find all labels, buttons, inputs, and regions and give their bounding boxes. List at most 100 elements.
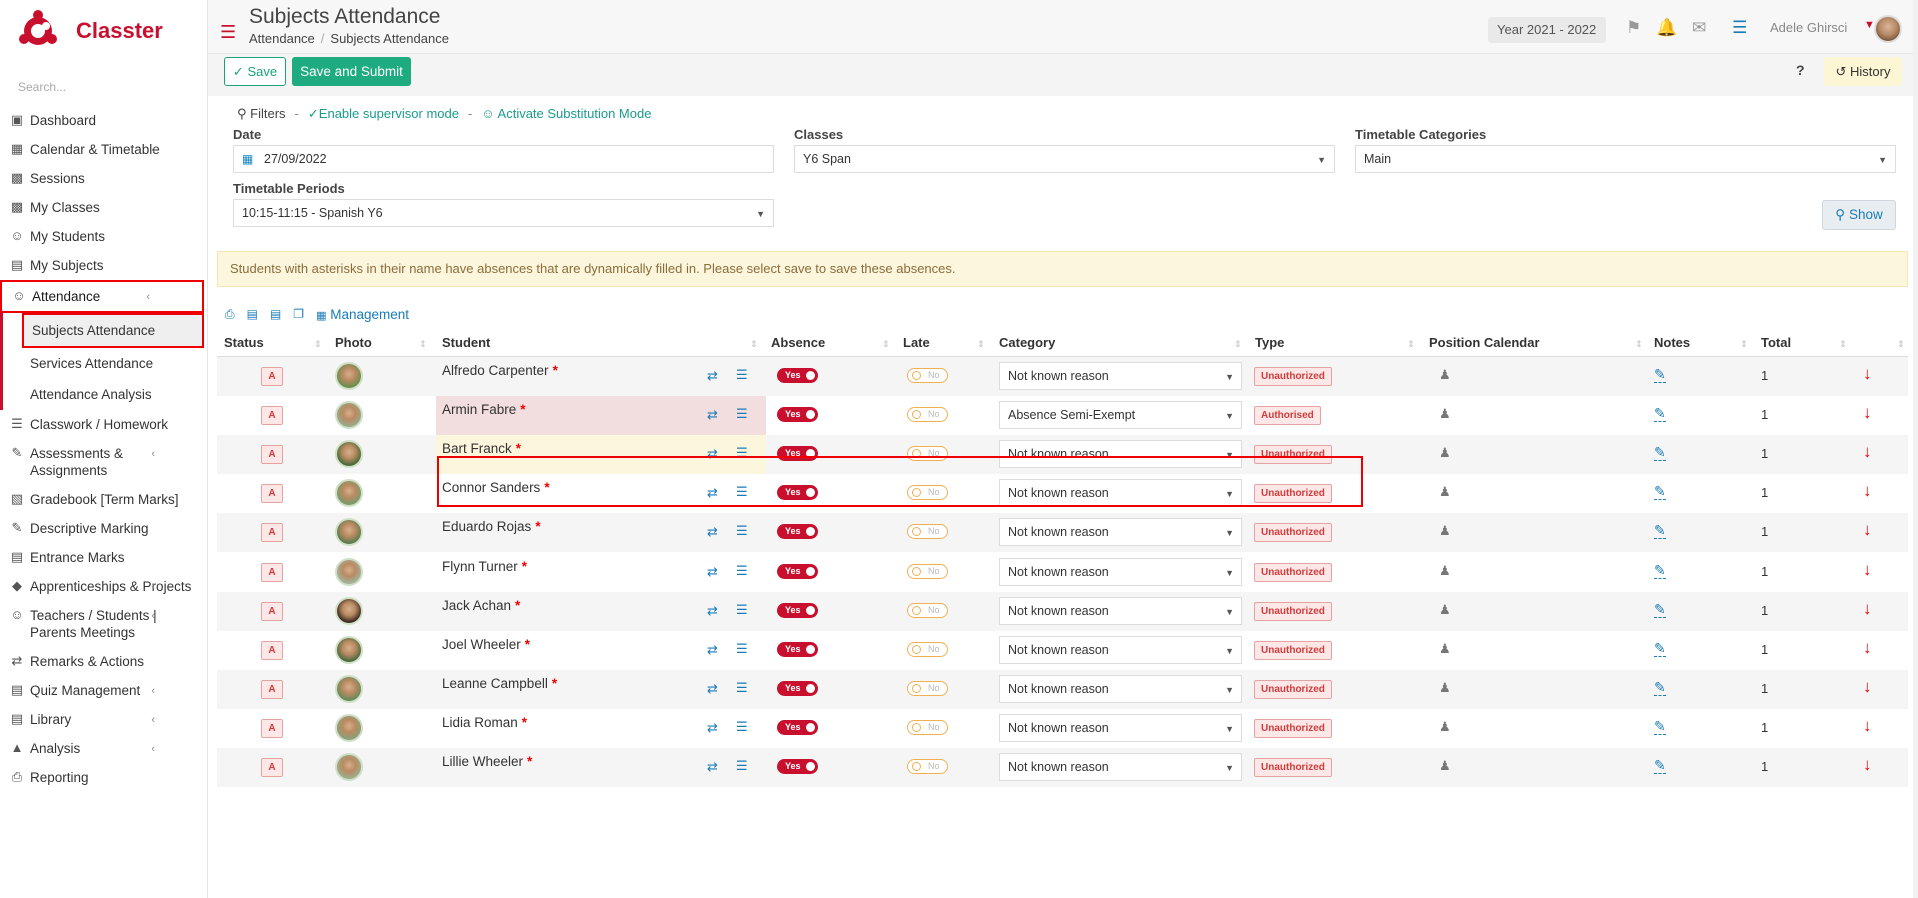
arrow-down-icon[interactable]: ↓ <box>1863 560 1872 580</box>
sidebar-item-sessions[interactable]: ▩ Sessions <box>0 164 207 193</box>
late-toggle[interactable]: No <box>907 368 948 383</box>
list-icon[interactable]: ☰ <box>736 367 748 383</box>
arrow-down-icon[interactable]: ↓ <box>1863 442 1872 462</box>
absence-toggle[interactable]: Yes <box>777 641 818 657</box>
position-calendar-icon[interactable]: ♟ <box>1439 523 1451 539</box>
sidebar-item-reporting[interactable]: ⎙ Reporting <box>0 763 207 792</box>
layers-icon[interactable]: ☰ <box>1732 18 1747 38</box>
shuffle-icon[interactable]: ⇄ <box>707 642 718 658</box>
shuffle-icon[interactable]: ⇄ <box>707 720 718 736</box>
sidebar-item-my-students[interactable]: ☺ My Students <box>0 222 207 251</box>
category-select[interactable]: Not known reason ▼ <box>999 713 1242 742</box>
status-badge[interactable]: A <box>261 679 283 699</box>
save-and-submit-button[interactable]: Save and Submit <box>292 57 411 86</box>
shuffle-icon[interactable]: ⇄ <box>707 485 718 501</box>
student-name[interactable]: Eduardo Rojas * <box>442 519 541 534</box>
sidebar-item-calendar-timetable[interactable]: ▦ Calendar & Timetable ‹ <box>0 135 207 164</box>
status-badge[interactable]: A <box>261 758 283 777</box>
late-toggle[interactable]: No <box>907 485 948 501</box>
position-calendar-icon[interactable]: ♟ <box>1439 602 1451 618</box>
list-icon[interactable]: ☰ <box>736 523 748 539</box>
sidebar-item-library[interactable]: ▤ Library ‹ <box>0 705 207 734</box>
notes-edit-icon[interactable]: ✎ <box>1654 444 1666 462</box>
absence-toggle[interactable]: Yes <box>777 485 818 501</box>
notes-edit-icon[interactable]: ✎ <box>1654 483 1666 501</box>
late-toggle[interactable]: No <box>907 641 948 657</box>
shuffle-icon[interactable]: ⇄ <box>707 603 718 619</box>
help-button[interactable]: ? <box>1796 62 1805 78</box>
sidebar-item-attendance[interactable]: ☺ Attendance ‹ <box>0 280 204 313</box>
sort-icon[interactable]: ⇕ <box>1740 339 1748 350</box>
late-toggle[interactable]: No <box>907 563 948 579</box>
notes-edit-icon[interactable]: ✎ <box>1654 601 1666 618</box>
position-calendar-icon[interactable]: ♟ <box>1439 563 1451 579</box>
col-absence[interactable]: Absence <box>771 335 825 350</box>
late-toggle[interactable]: No <box>907 602 948 618</box>
position-calendar-icon[interactable]: ♟ <box>1439 445 1451 461</box>
arrow-down-icon[interactable]: ↓ <box>1863 520 1872 540</box>
notes-edit-icon[interactable]: ✎ <box>1654 522 1666 540</box>
student-name[interactable]: Flynn Turner * <box>442 559 527 574</box>
status-badge[interactable]: A <box>261 445 283 465</box>
hamburger-menu-icon[interactable]: ☰ <box>220 22 236 43</box>
col-position-calendar[interactable]: Position Calendar <box>1429 335 1540 350</box>
status-badge[interactable]: A <box>261 367 283 386</box>
list-icon[interactable]: ☰ <box>736 484 748 500</box>
sidebar-item-my-subjects[interactable]: ▤ My Subjects <box>0 251 207 280</box>
sort-icon[interactable]: ⇕ <box>1839 339 1847 350</box>
sort-icon[interactable]: ⇕ <box>314 339 322 350</box>
year-selector[interactable]: Year 2021 - 2022 ▼ <box>1488 17 1606 62</box>
absence-toggle[interactable]: Yes <box>777 680 818 696</box>
absence-toggle[interactable]: Yes <box>777 719 818 735</box>
arrow-down-icon[interactable]: ↓ <box>1863 403 1872 423</box>
sidebar-search-input[interactable]: Search... <box>0 62 207 106</box>
arrow-down-icon[interactable]: ↓ <box>1863 716 1872 736</box>
sidebar-item-analysis[interactable]: ▲ Analysis ‹ <box>0 734 207 763</box>
absence-toggle[interactable]: Yes <box>777 759 818 774</box>
sort-icon[interactable]: ⇕ <box>419 339 427 350</box>
col-photo[interactable]: Photo <box>335 335 372 350</box>
col-status[interactable]: Status <box>224 335 264 350</box>
sort-icon[interactable]: ⇕ <box>1407 339 1415 350</box>
status-badge[interactable]: A <box>261 640 283 660</box>
sort-icon[interactable]: ⇕ <box>1897 339 1905 350</box>
student-name[interactable]: Jack Achan * <box>442 598 520 613</box>
category-select[interactable]: Not known reason ▼ <box>999 479 1242 508</box>
timetable-periods-select[interactable]: 10:15-11:15 - Spanish Y6 ▼ <box>233 199 774 227</box>
late-toggle[interactable]: No <box>907 680 948 696</box>
status-badge[interactable]: A <box>261 406 283 426</box>
arrow-down-icon[interactable]: ↓ <box>1863 677 1872 697</box>
history-button[interactable]: ↺ History <box>1824 57 1902 86</box>
date-input[interactable]: ▦ 27/09/2022 <box>233 145 774 173</box>
position-calendar-icon[interactable]: ♟ <box>1439 719 1451 735</box>
student-name[interactable]: Lidia Roman * <box>442 715 527 730</box>
category-select[interactable]: Absence Semi-Exempt ▼ <box>999 401 1242 430</box>
status-badge[interactable]: A <box>261 718 283 738</box>
sort-icon[interactable]: ⇕ <box>1234 339 1242 350</box>
student-name[interactable]: Connor Sanders * <box>442 480 550 495</box>
sidebar-item-assessments-assignments[interactable]: ✎ Assessments & Assignments ‹ <box>0 439 207 485</box>
position-calendar-icon[interactable]: ♟ <box>1439 367 1451 383</box>
sidebar-item-remarks-actions[interactable]: ⇄ Remarks & Actions <box>0 647 207 676</box>
student-name[interactable]: Leanne Campbell * <box>442 676 557 691</box>
sidebar-item-quiz-management[interactable]: ▤ Quiz Management ‹ <box>0 676 207 705</box>
position-calendar-icon[interactable]: ♟ <box>1439 758 1451 774</box>
sidebar-item-entrance-marks[interactable]: ▤ Entrance Marks <box>0 543 207 572</box>
category-select[interactable]: Not known reason ▼ <box>999 518 1242 547</box>
student-name[interactable]: Armin Fabre * <box>442 402 526 417</box>
list-icon[interactable]: ☰ <box>736 445 748 461</box>
sort-icon[interactable]: ⇕ <box>977 339 985 350</box>
student-name[interactable]: Lillie Wheeler * <box>442 754 532 769</box>
notes-edit-icon[interactable]: ✎ <box>1654 366 1666 383</box>
arrow-down-icon[interactable]: ↓ <box>1863 755 1872 775</box>
sidebar-item-dashboard[interactable]: ▣ Dashboard <box>0 106 207 135</box>
list-icon[interactable]: ☰ <box>736 602 748 618</box>
logo[interactable]: Classter <box>0 0 207 62</box>
position-calendar-icon[interactable]: ♟ <box>1439 406 1451 422</box>
list-icon[interactable]: ☰ <box>736 563 748 579</box>
student-name[interactable]: Joel Wheeler * <box>442 637 530 652</box>
activate-substitution-mode-link[interactable]: ☺ Activate Substitution Mode <box>481 106 651 121</box>
position-calendar-icon[interactable]: ♟ <box>1439 484 1451 500</box>
col-student[interactable]: Student <box>442 335 490 350</box>
submenu-attendance-analysis[interactable]: Attendance Analysis <box>3 379 207 410</box>
